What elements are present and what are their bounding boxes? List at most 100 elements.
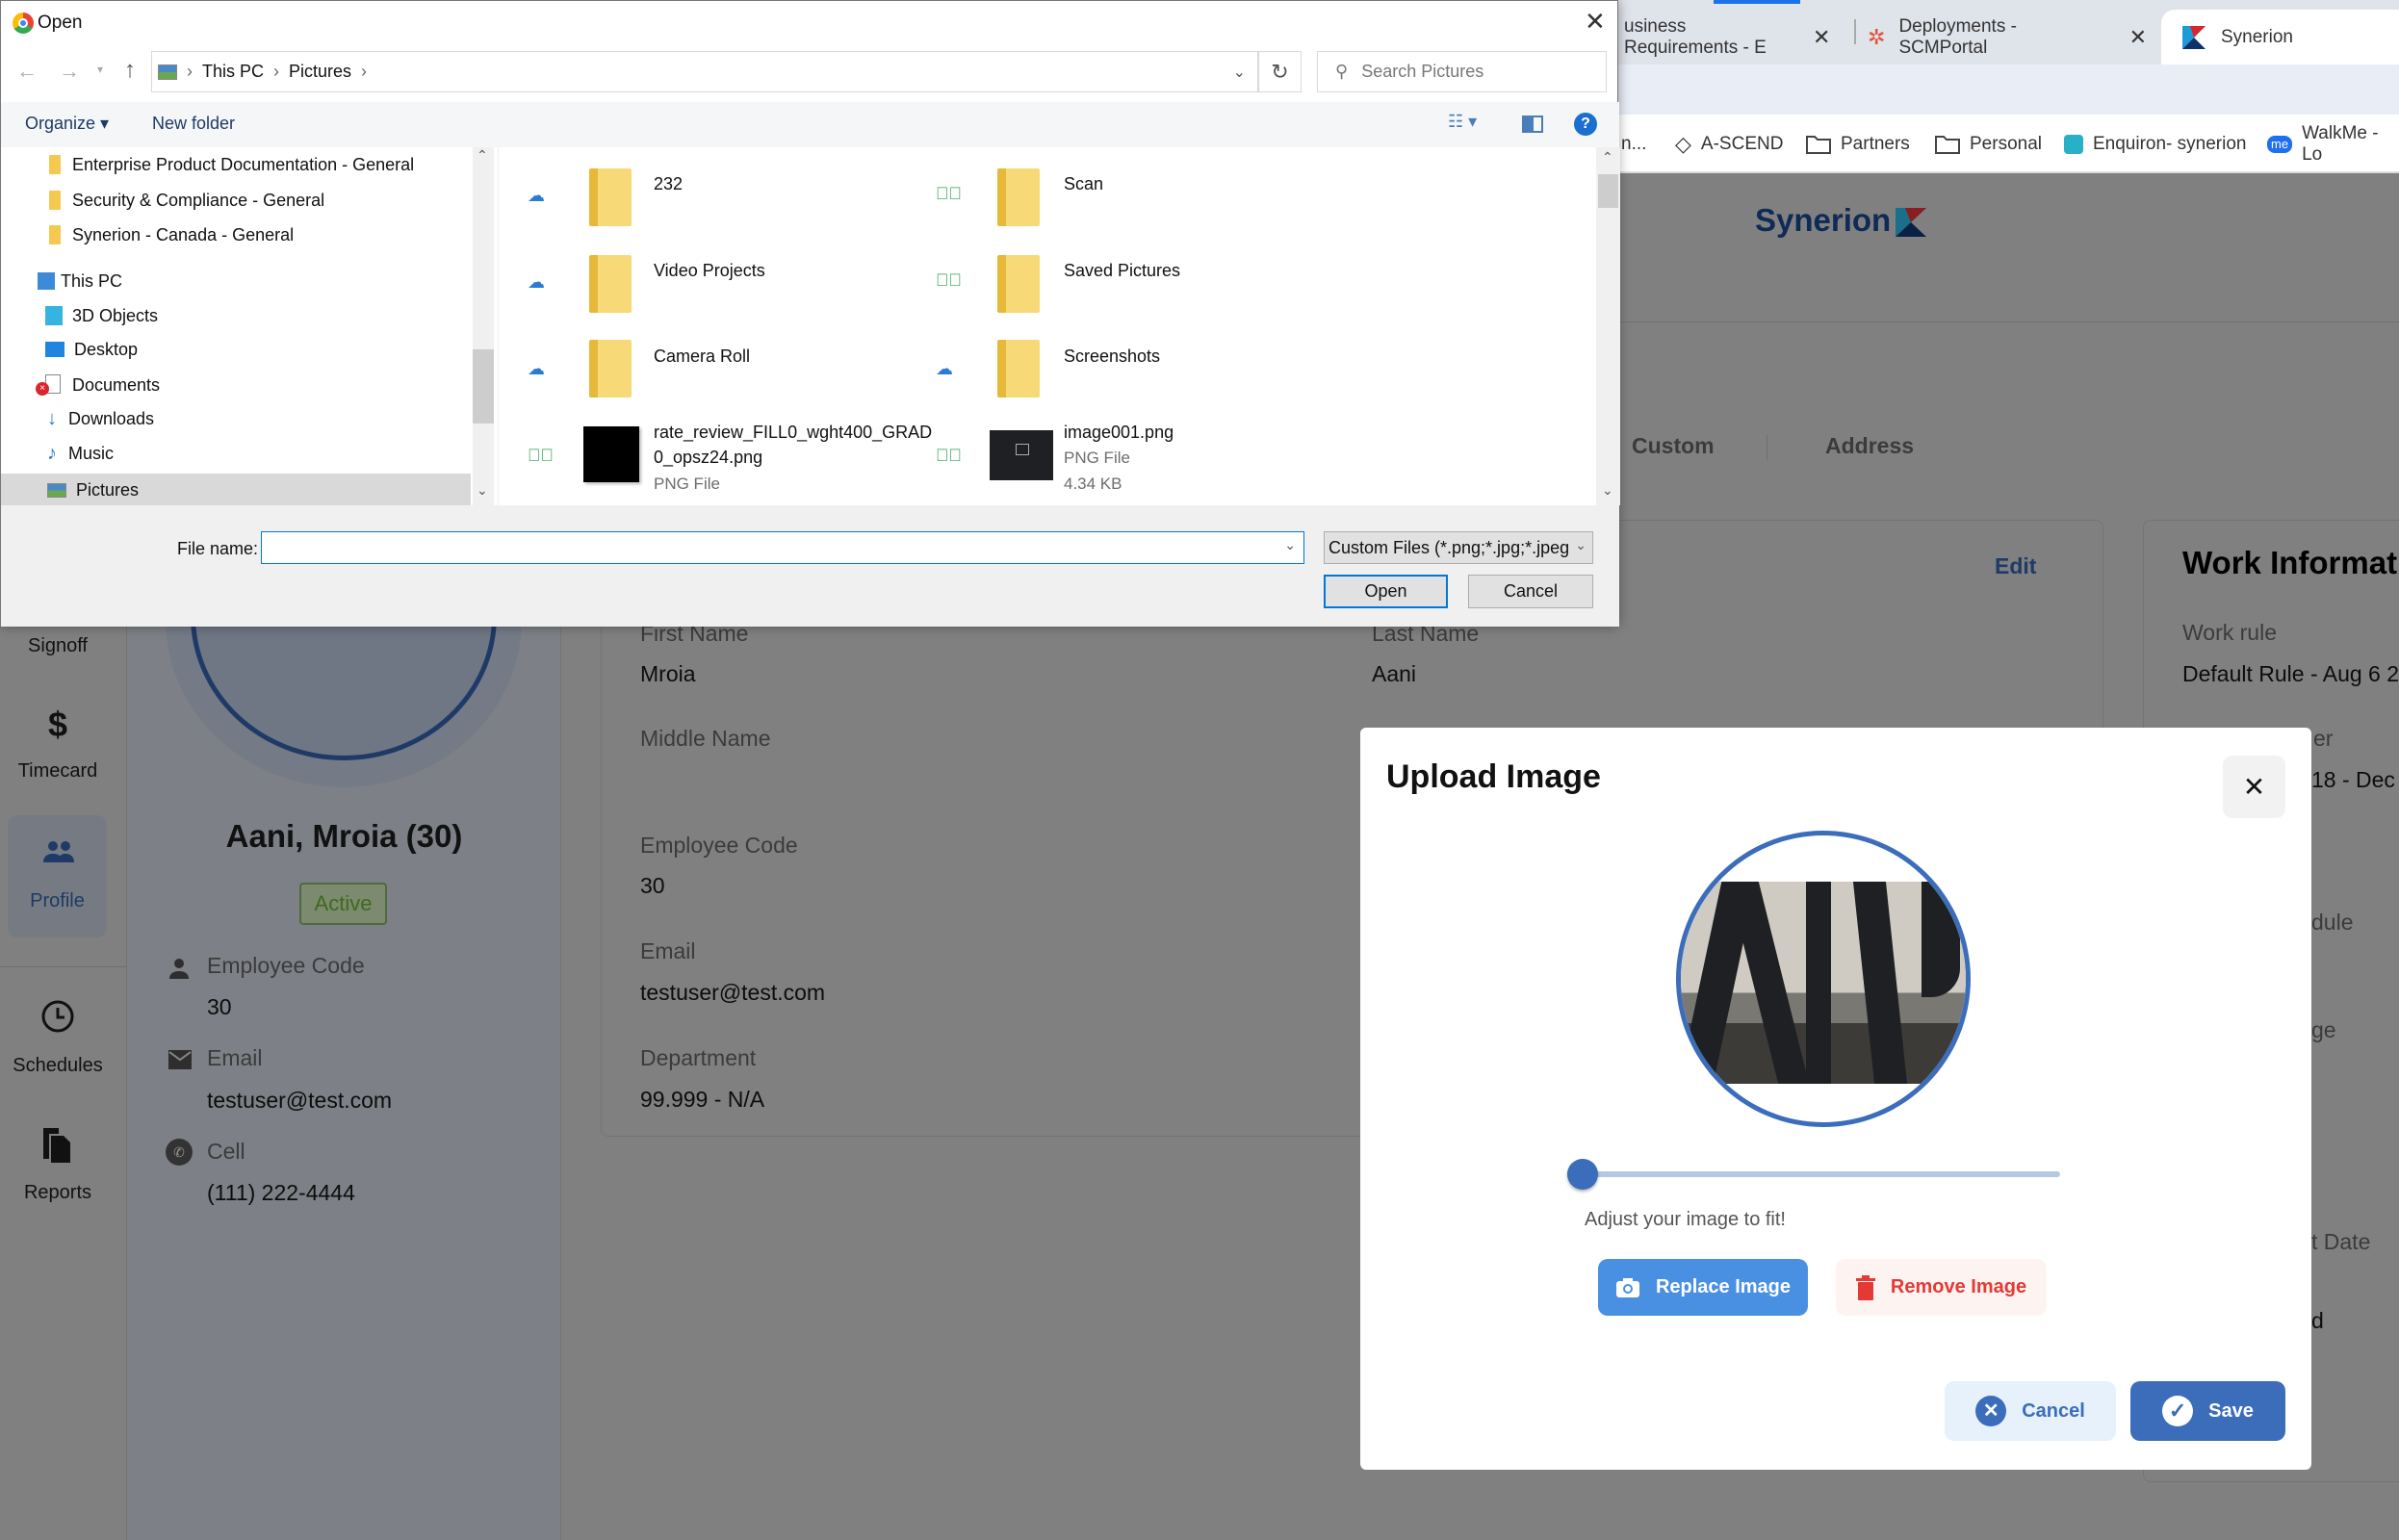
chevron-right-icon: › xyxy=(187,62,193,81)
help-icon[interactable]: ? xyxy=(1574,113,1597,136)
folder-thumbnail[interactable] xyxy=(589,168,632,226)
tab-custom[interactable]: Custom xyxy=(1632,433,1715,459)
zoom-slider-track[interactable] xyxy=(1584,1171,2060,1177)
browser-tab-active[interactable]: Synerion xyxy=(2161,10,2399,64)
file-item-name[interactable]: image001.png xyxy=(1064,423,1174,443)
scrollbar-thumb[interactable] xyxy=(1598,174,1618,208)
file-item-name[interactable]: 232 xyxy=(654,174,683,194)
close-modal-button[interactable]: ✕ xyxy=(2223,756,2285,818)
breadcrumb-pictures[interactable]: Pictures xyxy=(289,62,351,82)
new-folder-button[interactable]: New folder xyxy=(152,114,235,134)
back-icon[interactable]: ← xyxy=(16,59,38,84)
nav-item-selected[interactable]: Pictures xyxy=(1,474,471,505)
file-item-name[interactable]: Scan xyxy=(1064,174,1103,194)
nav-item[interactable]: ↓ Downloads xyxy=(1,402,471,435)
view-options-icon[interactable]: ☷ ▾ xyxy=(1448,112,1477,132)
bookmark[interactable]: Partners xyxy=(1806,115,1910,173)
close-tab-icon[interactable]: ✕ xyxy=(2129,25,2147,50)
bookmark[interactable]: n... xyxy=(1621,115,1646,173)
remove-image-button[interactable]: Remove Image xyxy=(1836,1259,2047,1316)
sidebar-item-signoff[interactable]: Signoff xyxy=(0,635,116,657)
field-label: Work rule xyxy=(2182,620,2277,645)
sidebar-item-profile[interactable]: Profile xyxy=(8,815,107,937)
bookmark[interactable]: me WalkMe - Lo xyxy=(2267,115,2399,173)
scmportal-favicon-icon: ✲ xyxy=(1868,24,1886,49)
sidebar-item-reports[interactable]: Reports xyxy=(0,1182,116,1204)
cancel-button[interactable]: Cancel xyxy=(1468,575,1593,608)
nav-item[interactable]: × Documents xyxy=(1,369,471,401)
file-item-name[interactable]: Screenshots xyxy=(1064,346,1160,367)
file-type-filter[interactable]: Custom Files (*.png;*.jpg;*.jpeg ⌄ xyxy=(1324,531,1593,564)
chrome-icon xyxy=(13,13,34,34)
nav-item[interactable]: 3D Objects xyxy=(1,299,471,332)
tab-address[interactable]: Address xyxy=(1825,433,1914,459)
scrollbar-thumb[interactable] xyxy=(473,349,494,424)
field-label: Employee Code xyxy=(640,833,798,858)
nav-item[interactable]: Desktop xyxy=(1,333,471,366)
nav-label: 3D Objects xyxy=(72,305,159,325)
cancel-button[interactable]: ✕ Cancel xyxy=(1945,1381,2116,1441)
bookmark-label: Partners xyxy=(1841,133,1910,154)
edit-button[interactable]: Edit xyxy=(1995,553,2036,579)
refresh-icon[interactable]: ↻ xyxy=(1258,51,1302,92)
close-icon[interactable]: ✕ xyxy=(1585,7,1606,37)
up-icon[interactable]: ↑ xyxy=(124,57,136,84)
nav-item[interactable]: Synerion - Canada - General xyxy=(1,218,471,251)
field-label: Department xyxy=(640,1045,757,1070)
replace-image-button[interactable]: Replace Image xyxy=(1598,1259,1808,1316)
file-item-name[interactable]: 0_opsz24.png xyxy=(654,448,762,468)
nav-scrollbar[interactable]: ⌃ ⌄ xyxy=(473,147,494,505)
camera-icon xyxy=(1615,1277,1639,1297)
image-crop-preview[interactable] xyxy=(1676,831,1971,1127)
downloads-icon: ↓ xyxy=(47,407,57,429)
zoom-slider-thumb[interactable] xyxy=(1567,1159,1598,1190)
nav-item[interactable]: ♪ Music xyxy=(1,437,471,470)
bookmark[interactable]: Enquiron- synerion xyxy=(2064,115,2246,173)
bookmark[interactable]: Personal xyxy=(1935,115,2042,173)
image-thumbnail[interactable] xyxy=(583,426,639,482)
preview-pane-icon[interactable] xyxy=(1522,116,1543,133)
browser-tab[interactable]: ✲ Deployments - SCMPortal ✕ xyxy=(1868,10,2147,64)
nav-label: Synerion - Canada - General xyxy=(72,224,295,244)
folder-thumbnail[interactable] xyxy=(997,255,1040,313)
file-list-scrollbar[interactable]: ⌃ ⌄ xyxy=(1596,147,1620,505)
file-item-name[interactable]: rate_review_FILL0_wght400_GRAD xyxy=(654,423,932,443)
status-badge: Active xyxy=(299,883,387,925)
image-thumbnail[interactable] xyxy=(990,430,1053,480)
close-tab-icon[interactable]: ✕ xyxy=(1813,25,1830,50)
file-name-input[interactable]: ⌄ xyxy=(261,531,1304,564)
address-path-bar[interactable]: › This PC › Pictures › ⌄ xyxy=(151,51,1258,92)
recent-dropdown-icon[interactable]: ▾ xyxy=(97,63,103,76)
nav-item[interactable]: Enterprise Product Documentation - Gener… xyxy=(1,148,471,181)
folder-thumbnail[interactable] xyxy=(997,168,1040,226)
nav-item[interactable]: This PC xyxy=(1,265,471,297)
browser-tab[interactable]: usiness Requirements - E ✕ xyxy=(1618,10,1844,64)
synerion-logo[interactable]: Synerion xyxy=(1755,202,1891,239)
sidebar-item-schedules[interactable]: Schedules xyxy=(0,1055,116,1077)
organize-button[interactable]: Organize ▾ xyxy=(25,114,109,134)
bookmark[interactable]: ◇ A-SCEND xyxy=(1675,115,1783,173)
forward-icon[interactable]: → xyxy=(59,59,80,84)
folder-thumbnail[interactable] xyxy=(997,340,1040,398)
organize-label: Organize xyxy=(25,114,96,133)
chevron-down-icon[interactable]: ⌄ xyxy=(1233,63,1246,82)
breadcrumb-this-pc[interactable]: This PC xyxy=(202,62,264,82)
people-icon xyxy=(43,841,74,862)
diamond-icon: ◇ xyxy=(1675,131,1691,156)
nav-item[interactable]: Security & Compliance - General xyxy=(1,184,471,217)
chevron-down-icon[interactable]: ⌄ xyxy=(1284,537,1296,553)
walkme-icon: me xyxy=(2267,135,2293,153)
file-item-name[interactable]: Camera Roll xyxy=(654,346,750,367)
dialog-footer: File name: ⌄ Custom Files (*.png;*.jpg;*… xyxy=(1,505,1619,627)
clock-icon xyxy=(41,1000,74,1033)
search-input[interactable]: ⚲ Search Pictures xyxy=(1317,51,1607,92)
sidebar-item-timecard[interactable]: Timecard xyxy=(0,760,116,783)
cloud-status-icon: ☁ xyxy=(528,359,545,378)
file-item-name[interactable]: Saved Pictures xyxy=(1064,261,1180,281)
folder-thumbnail[interactable] xyxy=(589,255,632,313)
folder-thumbnail[interactable] xyxy=(589,340,632,398)
file-item-name[interactable]: Video Projects xyxy=(654,261,765,281)
open-button[interactable]: Open xyxy=(1324,575,1448,608)
save-button[interactable]: ✓ Save xyxy=(2130,1381,2285,1441)
upload-image-modal: Upload Image ✕ Adjust your image to fit!… xyxy=(1360,728,2311,1470)
